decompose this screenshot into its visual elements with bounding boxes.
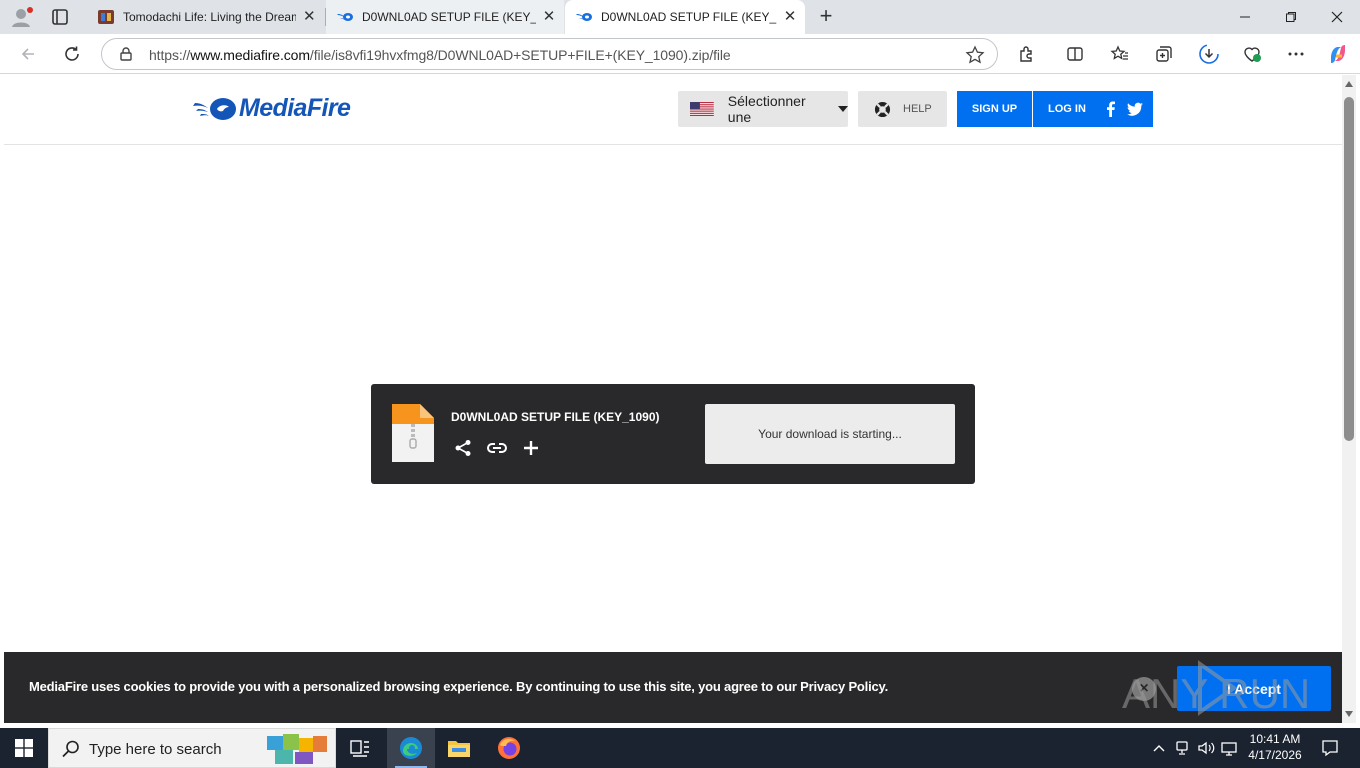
- twitter-icon[interactable]: [1126, 100, 1144, 118]
- taskbar: Type here to search 10:41 AM 4/17/2026: [0, 728, 1360, 768]
- lifebuoy-icon: [874, 101, 891, 117]
- downloads-icon[interactable]: [1197, 42, 1221, 66]
- share-icon[interactable]: [452, 437, 474, 459]
- mediafire-favicon-icon: [336, 8, 354, 26]
- extensions-icon[interactable]: [1015, 42, 1039, 66]
- cookie-text: MediaFire uses cookies to provide you wi…: [29, 679, 888, 694]
- tab-actions-icon[interactable]: [48, 6, 72, 28]
- language-selector[interactable]: Sélectionner une: [678, 91, 848, 127]
- browser-essentials-icon[interactable]: [1240, 42, 1264, 66]
- search-highlight-icon: [267, 734, 327, 764]
- language-label: Sélectionner une: [727, 93, 806, 125]
- scroll-thumb[interactable]: [1344, 97, 1354, 441]
- mediafire-logo[interactable]: MediaFire: [193, 94, 351, 123]
- split-screen-icon[interactable]: [1063, 42, 1087, 66]
- volume-icon[interactable]: [1196, 728, 1216, 768]
- site-header: MediaFire Sélectionner une HELP SIGN UP: [4, 75, 1342, 145]
- network-icon[interactable]: [1219, 728, 1239, 768]
- scroll-up-icon[interactable]: [1345, 81, 1353, 87]
- cookie-banner: MediaFire uses cookies to provide you wi…: [4, 652, 1342, 723]
- firefox-icon[interactable]: [485, 728, 533, 768]
- download-card: D0WNL0AD SETUP FILE (KEY_1090) Your down…: [371, 384, 975, 484]
- mediafire-favicon-icon: [575, 8, 593, 26]
- log-in-label: LOG IN: [1048, 103, 1086, 115]
- favorite-star-icon[interactable]: [965, 45, 985, 70]
- tab-download-2[interactable]: D0WNL0AD SETUP FILE (KEY_1090 ✕: [565, 0, 805, 34]
- close-tab-icon[interactable]: ✕: [542, 9, 556, 25]
- more-menu-icon[interactable]: [1284, 42, 1308, 66]
- refresh-icon[interactable]: [60, 42, 84, 66]
- task-view-icon[interactable]: [336, 728, 384, 768]
- sign-up-button[interactable]: SIGN UP: [957, 91, 1032, 127]
- search-placeholder: Type here to search: [89, 741, 222, 758]
- close-tab-icon[interactable]: ✕: [302, 9, 318, 25]
- site-info-icon[interactable]: [118, 46, 134, 67]
- help-button[interactable]: HELP: [858, 91, 947, 127]
- copy-link-icon[interactable]: [486, 437, 508, 459]
- browser-toolbar: https://www.mediafire.com/file/is8vfi19h…: [0, 34, 1360, 74]
- copilot-icon[interactable]: [1326, 42, 1350, 66]
- notification-icon[interactable]: [1316, 728, 1344, 768]
- tab-title: Tomodachi Life: Living the Dream: [123, 10, 296, 24]
- tab-download-1[interactable]: D0WNL0AD SETUP FILE (KEY_1090 ✕: [326, 0, 564, 34]
- address-bar[interactable]: https://www.mediafire.com/file/is8vfi19h…: [101, 38, 998, 70]
- us-flag-icon: [690, 102, 714, 116]
- tab-strip: Tomodachi Life: Living the Dream ✕ D0WNL…: [0, 0, 1360, 34]
- start-button[interactable]: [0, 728, 48, 768]
- close-window-button[interactable]: [1314, 0, 1360, 34]
- scroll-down-icon[interactable]: [1345, 711, 1353, 717]
- system-clock[interactable]: 10:41 AM 4/17/2026: [1240, 731, 1310, 763]
- log-in-button[interactable]: LOG IN: [1033, 91, 1153, 127]
- new-tab-button[interactable]: +: [814, 5, 838, 29]
- page-scrollbar[interactable]: [1342, 75, 1356, 723]
- download-status: Your download is starting...: [705, 404, 955, 464]
- url-text: https://www.mediafire.com/file/is8vfi19h…: [149, 47, 731, 63]
- chevron-down-icon: [838, 106, 848, 112]
- facebook-icon[interactable]: [1102, 100, 1120, 118]
- tomodachi-favicon-icon: [97, 8, 115, 26]
- back-icon[interactable]: [16, 42, 40, 66]
- edge-taskbar-icon[interactable]: [387, 728, 435, 768]
- search-icon: [62, 740, 79, 758]
- logo-text: MediaFire: [239, 94, 351, 122]
- close-banner-icon[interactable]: ×: [1132, 677, 1156, 701]
- profile-icon[interactable]: [10, 6, 34, 28]
- help-label: HELP: [903, 103, 932, 115]
- taskbar-search[interactable]: Type here to search: [48, 728, 336, 768]
- tab-tomodachi[interactable]: Tomodachi Life: Living the Dream ✕: [87, 0, 325, 34]
- favorites-icon[interactable]: [1108, 42, 1132, 66]
- close-tab-icon[interactable]: ✕: [783, 9, 797, 25]
- clock-date: 4/17/2026: [1248, 748, 1302, 762]
- tab-title: D0WNL0AD SETUP FILE (KEY_1090: [362, 10, 536, 24]
- windows-logo-icon: [15, 739, 33, 757]
- battery-network-icon[interactable]: [1172, 728, 1192, 768]
- zip-file-icon: [392, 404, 434, 462]
- file-explorer-icon[interactable]: [435, 728, 483, 768]
- mediafire-logo-icon: [193, 97, 236, 120]
- minimize-button[interactable]: [1222, 0, 1268, 34]
- show-hidden-icons[interactable]: [1150, 728, 1168, 768]
- file-name: D0WNL0AD SETUP FILE (KEY_1090): [451, 410, 660, 424]
- accept-cookies-button[interactable]: I Accept: [1177, 666, 1331, 711]
- collections-icon[interactable]: [1152, 42, 1176, 66]
- web-page: MediaFire Sélectionner une HELP SIGN UP: [4, 75, 1342, 723]
- tab-title: D0WNL0AD SETUP FILE (KEY_1090: [601, 10, 777, 24]
- clock-time: 10:41 AM: [1249, 732, 1301, 746]
- add-to-account-icon[interactable]: [520, 437, 542, 459]
- restore-button[interactable]: [1268, 0, 1314, 34]
